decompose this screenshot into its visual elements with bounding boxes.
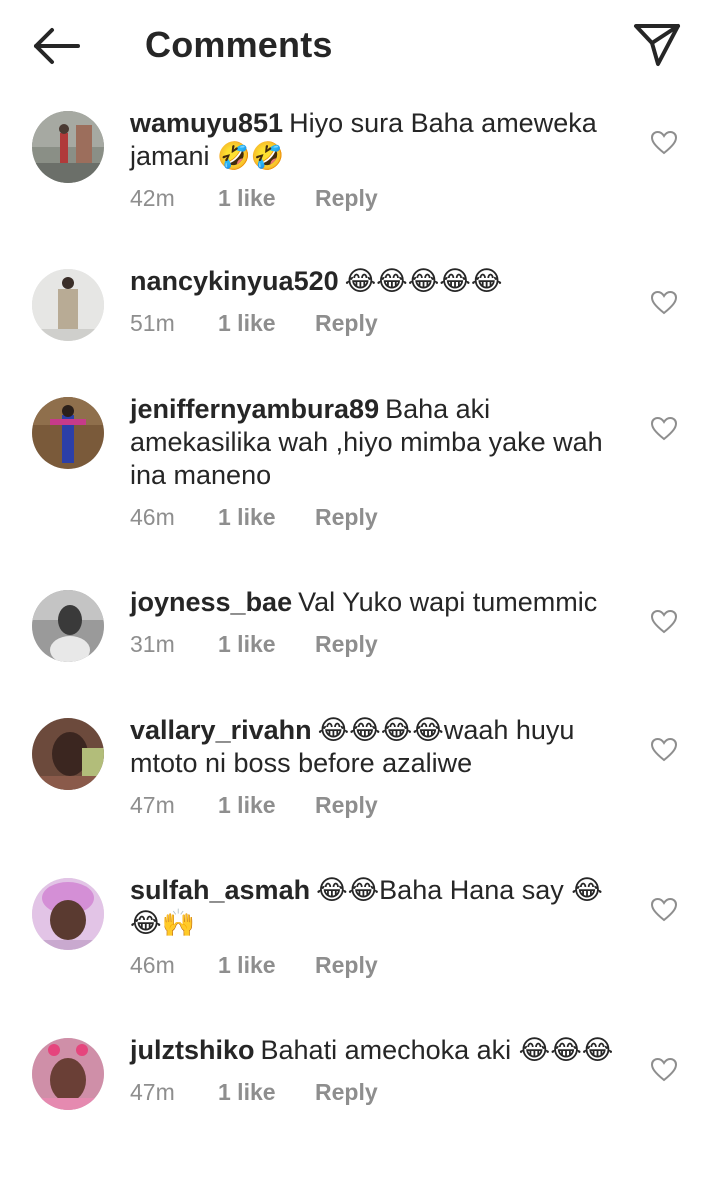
avatar[interactable] — [32, 878, 104, 950]
reply-button[interactable]: Reply — [315, 952, 378, 979]
comment-body: 😂😂😂😂😂 — [344, 266, 503, 296]
timestamp: 51m — [130, 310, 175, 336]
comment-text: julztshiko Bahati amechoka aki 😂😂😂 — [130, 1034, 620, 1067]
like-count[interactable]: 1 like — [218, 631, 276, 658]
timestamp: 47m — [130, 792, 175, 818]
heart-outline-icon[interactable] — [650, 415, 678, 443]
comment-body: Bahati amechoka aki 😂😂😂 — [260, 1035, 614, 1065]
heart-outline-icon[interactable] — [650, 1056, 678, 1084]
timestamp: 47m — [130, 1079, 175, 1105]
like-count[interactable]: 1 like — [218, 185, 276, 212]
comment-meta: 47m 1 like Reply — [130, 1079, 620, 1111]
username[interactable]: nancykinyua520 — [130, 266, 339, 296]
comment-text: jeniffernyambura89 Baha aki amekasilika w… — [130, 393, 620, 492]
share-button[interactable] — [632, 22, 682, 68]
heart-outline-icon[interactable] — [650, 608, 678, 636]
avatar[interactable] — [32, 397, 104, 469]
heart-outline-icon[interactable] — [650, 129, 678, 157]
reply-button[interactable]: Reply — [315, 310, 378, 337]
back-button[interactable] — [30, 24, 82, 68]
timestamp: 46m — [130, 952, 175, 978]
arrow-left-icon — [34, 28, 80, 64]
top-bar: Comments — [0, 0, 719, 92]
avatar[interactable] — [32, 269, 104, 341]
comment-meta: 51m 1 like Reply — [130, 310, 620, 342]
heart-outline-icon[interactable] — [650, 736, 678, 764]
comment-meta: 42m 1 like Reply — [130, 185, 620, 217]
comment-meta: 46m 1 like Reply — [130, 952, 620, 984]
comment-text: vallary_rivahn 😂😂😂😂waah huyu mtoto ni bos… — [130, 714, 620, 780]
comment-meta: 47m 1 like Reply — [130, 792, 620, 824]
page-title: Comments — [145, 24, 333, 65]
comment-text: joyness_bae Val Yuko wapi tumemmic — [130, 586, 620, 619]
username[interactable]: julztshiko — [130, 1035, 255, 1065]
comment-meta: 46m 1 like Reply — [130, 504, 620, 536]
timestamp: 46m — [130, 504, 175, 530]
reply-button[interactable]: Reply — [315, 631, 378, 658]
avatar[interactable] — [32, 718, 104, 790]
reply-button[interactable]: Reply — [315, 504, 378, 531]
timestamp: 42m — [130, 185, 175, 211]
comment-body: Val Yuko wapi tumemmic — [298, 587, 598, 617]
comment-text: wamuyu851 Hiyo sura Baha ameweka jamani 🤣… — [130, 107, 620, 173]
like-count[interactable]: 1 like — [218, 952, 276, 979]
reply-button[interactable]: Reply — [315, 185, 378, 212]
paper-plane-icon — [634, 24, 680, 66]
avatar[interactable] — [32, 1038, 104, 1110]
comment-meta: 31m 1 like Reply — [130, 631, 620, 663]
comment-text: nancykinyua520 😂😂😂😂😂 — [130, 265, 620, 298]
like-count[interactable]: 1 like — [218, 310, 276, 337]
username[interactable]: joyness_bae — [130, 587, 292, 617]
username[interactable]: vallary_rivahn — [130, 715, 312, 745]
reply-button[interactable]: Reply — [315, 792, 378, 819]
heart-outline-icon[interactable] — [650, 289, 678, 317]
comment-text: sulfah_asmah 😂😂Baha Hana say 😂😂🙌 — [130, 874, 620, 940]
avatar[interactable] — [32, 590, 104, 662]
like-count[interactable]: 1 like — [218, 504, 276, 531]
username[interactable]: wamuyu851 — [130, 108, 283, 138]
reply-button[interactable]: Reply — [315, 1079, 378, 1106]
like-count[interactable]: 1 like — [218, 1079, 276, 1106]
username[interactable]: sulfah_asmah — [130, 875, 310, 905]
username[interactable]: jeniffernyambura89 — [130, 394, 379, 424]
timestamp: 31m — [130, 631, 175, 657]
heart-outline-icon[interactable] — [650, 896, 678, 924]
avatar[interactable] — [32, 111, 104, 183]
like-count[interactable]: 1 like — [218, 792, 276, 819]
